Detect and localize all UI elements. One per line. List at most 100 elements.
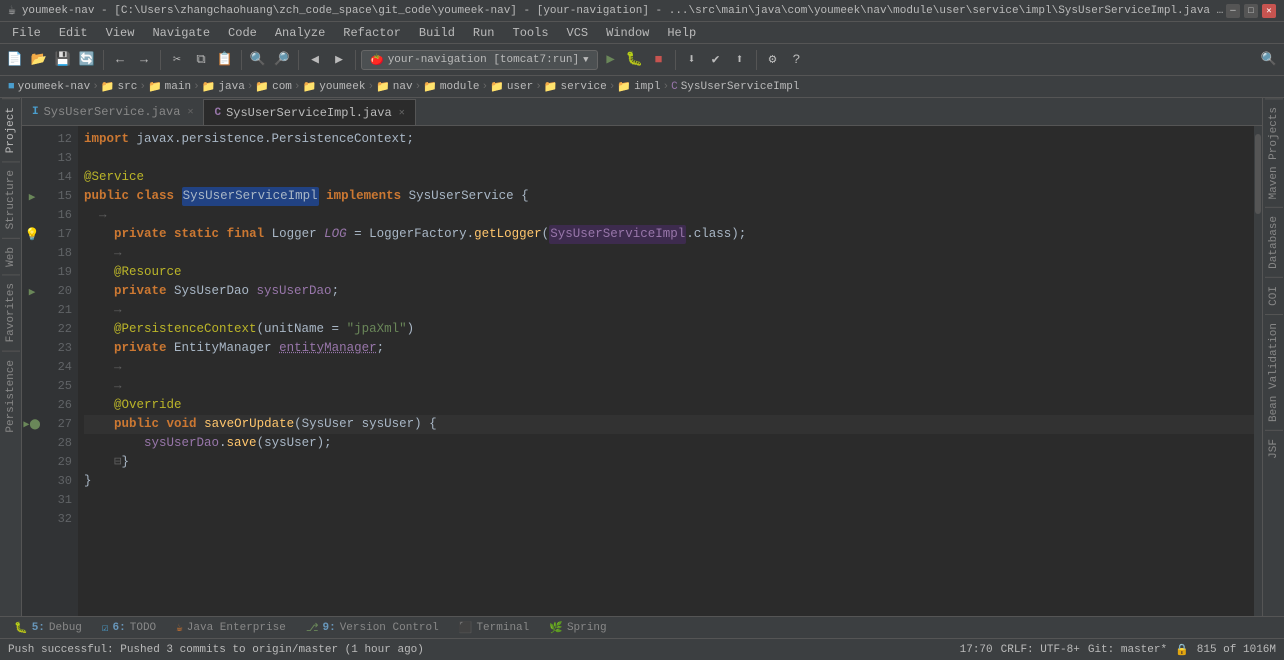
- close-button[interactable]: ✕: [1262, 4, 1276, 18]
- code-line-21: →: [84, 301, 1254, 320]
- run-button[interactable]: ▶: [600, 49, 622, 71]
- debug-bottom-tab[interactable]: 🐛 5: Debug: [4, 619, 92, 637]
- bread-class[interactable]: CSysUserServiceImpl: [671, 81, 799, 93]
- bread-root[interactable]: ■ youmeek-nav: [8, 81, 90, 93]
- menu-code[interactable]: Code: [220, 24, 265, 42]
- code-line-17: private static final Logger LOG = Logger…: [84, 225, 1254, 244]
- bread-module[interactable]: 📁module: [423, 80, 479, 94]
- debug-button[interactable]: 🐛: [624, 49, 646, 71]
- bread-user[interactable]: 📁user: [490, 80, 533, 94]
- run-gutter-27[interactable]: ▶⬤: [22, 415, 42, 434]
- menu-analyze[interactable]: Analyze: [267, 24, 333, 42]
- menu-run[interactable]: Run: [465, 24, 503, 42]
- cursor-position[interactable]: 17:70: [960, 644, 993, 656]
- sync-button[interactable]: 🔄: [76, 49, 98, 71]
- editor[interactable]: I SysUserService.java ✕ C SysUserService…: [22, 98, 1262, 616]
- git-branch[interactable]: Git: master*: [1088, 644, 1167, 656]
- run-gutter-15[interactable]: ▶: [22, 187, 42, 206]
- version-control-tab[interactable]: ⎇ 9: Version Control: [296, 619, 449, 637]
- code-line-25: →: [84, 377, 1254, 396]
- maven-projects-tab[interactable]: Maven Projects: [1265, 98, 1283, 207]
- scrollbar-thumb[interactable]: [1255, 134, 1261, 214]
- run-gutter-20[interactable]: ▶: [22, 282, 42, 301]
- code-line-30: }: [84, 472, 1254, 491]
- project-tab[interactable]: Project: [2, 98, 20, 161]
- code-text[interactable]: import javax.persistence.PersistenceCont…: [78, 126, 1254, 616]
- tab2-close[interactable]: ✕: [399, 107, 405, 119]
- bread-com[interactable]: 📁com: [255, 80, 292, 94]
- lock-icon: 🔒: [1175, 643, 1189, 657]
- save-button[interactable]: 💾: [52, 49, 74, 71]
- sep6: [675, 50, 676, 70]
- tab-sysUserService[interactable]: I SysUserService.java ✕: [22, 99, 204, 125]
- app-icon: ☕: [8, 3, 16, 18]
- cut-button[interactable]: ✂: [166, 49, 188, 71]
- menu-edit[interactable]: Edit: [51, 24, 96, 42]
- terminal-tab[interactable]: ⬛ Terminal: [449, 619, 540, 637]
- minimize-button[interactable]: ─: [1226, 4, 1240, 18]
- memory-indicator[interactable]: 815 of 1016M: [1197, 644, 1276, 656]
- persistence-tab[interactable]: Persistence: [2, 351, 20, 441]
- search-everywhere-button[interactable]: 🔍: [1258, 49, 1280, 71]
- line-ending[interactable]: CRLF: UTF-8+: [1001, 644, 1080, 656]
- menu-window[interactable]: Window: [598, 24, 657, 42]
- replace-button[interactable]: 🔎: [271, 49, 293, 71]
- find-button[interactable]: 🔍: [247, 49, 269, 71]
- sep7: [756, 50, 757, 70]
- tab1-close[interactable]: ✕: [187, 106, 193, 118]
- todo-bottom-tab[interactable]: ☑ 6: TODO: [92, 619, 166, 637]
- right-panel: Maven Projects Database COI Bean Validat…: [1262, 98, 1284, 616]
- jsf-tab[interactable]: JSF: [1265, 430, 1283, 467]
- bread-src[interactable]: 📁src: [101, 80, 138, 94]
- bread-youmeek[interactable]: 📁youmeek: [303, 80, 366, 94]
- vcs-commit-button[interactable]: ✔: [705, 49, 727, 71]
- bread-java[interactable]: 📁java: [202, 80, 245, 94]
- bottom-toolbar: 🐛 5: Debug ☑ 6: TODO ☕ Java Enterprise ⎇…: [0, 616, 1284, 638]
- menu-vcs[interactable]: VCS: [559, 24, 597, 42]
- code-area[interactable]: ▶ 💡 ▶ ▶⬤: [22, 126, 1262, 616]
- code-line-29: ⊟}: [84, 453, 1254, 472]
- new-file-button[interactable]: 📄: [4, 49, 26, 71]
- code-line-13: [84, 149, 1254, 168]
- menu-build[interactable]: Build: [411, 24, 463, 42]
- bread-nav[interactable]: 📁nav: [376, 80, 413, 94]
- vcs-update-button[interactable]: ⬇: [681, 49, 703, 71]
- bread-main[interactable]: 📁main: [148, 80, 191, 94]
- menu-file[interactable]: File: [4, 24, 49, 42]
- menu-help[interactable]: Help: [659, 24, 704, 42]
- open-button[interactable]: 📂: [28, 49, 50, 71]
- database-tab[interactable]: Database: [1265, 207, 1283, 277]
- run-config-selector[interactable]: 🍅 your-navigation [tomcat7:run] ▼: [361, 50, 598, 70]
- forward-button[interactable]: ▶: [328, 49, 350, 71]
- spring-tab[interactable]: 🌿 Spring: [539, 619, 616, 637]
- java-enterprise-tab[interactable]: ☕ Java Enterprise: [166, 619, 296, 637]
- stop-button[interactable]: ■: [648, 49, 670, 71]
- gutter-icons: ▶ 💡 ▶ ▶⬤: [22, 126, 42, 616]
- bread-impl-folder[interactable]: 📁impl: [617, 80, 660, 94]
- vcs-push-button[interactable]: ⬆: [729, 49, 751, 71]
- menu-tools[interactable]: Tools: [505, 24, 557, 42]
- settings-button[interactable]: ⚙: [762, 49, 784, 71]
- structure-tab[interactable]: Structure: [2, 161, 20, 237]
- code-line-23: private EntityManager entityManager;: [84, 339, 1254, 358]
- bean-validation-tab[interactable]: Bean Validation: [1265, 314, 1283, 430]
- coi-tab[interactable]: COI: [1265, 277, 1283, 314]
- menu-navigate[interactable]: Navigate: [144, 24, 218, 42]
- redo-button[interactable]: →: [133, 49, 155, 71]
- tab-sysUserServiceImpl[interactable]: C SysUserServiceImpl.java ✕: [204, 99, 415, 125]
- copy-button[interactable]: ⧉: [190, 49, 212, 71]
- paste-button[interactable]: 📋: [214, 49, 236, 71]
- back-button[interactable]: ◀: [304, 49, 326, 71]
- maximize-button[interactable]: □: [1244, 4, 1258, 18]
- bread-service[interactable]: 📁service: [544, 80, 607, 94]
- help-button[interactable]: ?: [786, 49, 808, 71]
- menu-refactor[interactable]: Refactor: [335, 24, 409, 42]
- undo-button[interactable]: ←: [109, 49, 131, 71]
- menu-view[interactable]: View: [98, 24, 143, 42]
- web-tab[interactable]: Web: [2, 238, 20, 275]
- vertical-scrollbar[interactable]: [1254, 126, 1262, 616]
- editor-tabs: I SysUserService.java ✕ C SysUserService…: [22, 98, 1262, 126]
- bulb-gutter-17[interactable]: 💡: [22, 225, 42, 244]
- favorites-tab[interactable]: Favorites: [2, 274, 20, 350]
- sep3: [241, 50, 242, 70]
